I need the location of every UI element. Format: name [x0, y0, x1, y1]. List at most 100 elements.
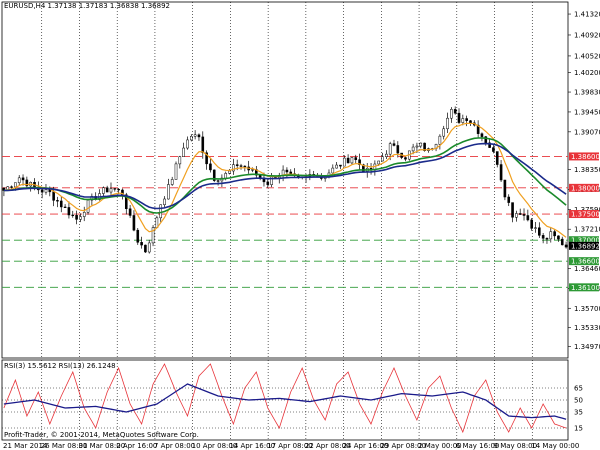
y-tick-label: 1.34970 — [574, 343, 600, 351]
candle-body — [446, 117, 449, 130]
candle-body — [163, 198, 166, 205]
candle-body — [132, 215, 136, 231]
candle-body — [404, 157, 407, 160]
candle-body — [40, 189, 44, 193]
candle-body — [266, 181, 270, 185]
candle-body — [526, 215, 530, 221]
candle-body — [193, 134, 197, 137]
candle-body — [285, 169, 289, 173]
candle-body — [522, 214, 526, 216]
candle-body — [392, 143, 396, 146]
candle-body — [388, 143, 392, 155]
candle-body — [560, 238, 564, 246]
candle-body — [147, 242, 151, 253]
copyright-text: Profit-Trader, © 2001-2014, MetaQuotes S… — [4, 431, 199, 439]
candle-body — [209, 163, 212, 171]
candle-body — [235, 164, 239, 166]
candle-body — [499, 164, 503, 181]
candle-body — [239, 165, 243, 167]
candle-body — [167, 184, 170, 200]
candle-body — [453, 109, 457, 114]
candle-body — [377, 160, 380, 165]
y-tick-label: 1.41320 — [574, 11, 600, 19]
candle-body — [331, 167, 335, 174]
candle-body — [67, 207, 71, 216]
candle-body — [346, 157, 350, 164]
candle-body — [415, 145, 419, 148]
y-tick-label: 1.38350 — [574, 166, 600, 174]
x-tick-label: 7 Apr 08:00 — [154, 442, 195, 450]
candle-body — [14, 182, 17, 188]
y-tick-label: 1.36460 — [574, 265, 600, 273]
candle-body — [102, 187, 105, 194]
candle-body — [63, 206, 67, 208]
candle-body — [530, 219, 533, 229]
candle-body — [197, 134, 201, 138]
candle-body — [385, 153, 388, 157]
x-axis: 21 Mar 201426 Mar 08:0031 Mar 08:002 Apr… — [3, 442, 579, 450]
price-panel: 1.41320 1.40920 1.40520 1.40200 1.39830 1.394… — [1, 1, 600, 359]
candle-body — [545, 238, 549, 240]
candle-body — [201, 136, 205, 154]
candle-body — [350, 157, 354, 164]
level-tag-label: 1.36100 — [571, 284, 600, 292]
candle-body — [136, 229, 140, 243]
candle-body — [21, 177, 25, 181]
candle-body — [44, 189, 48, 193]
y-tick-label: 1.39070 — [574, 128, 600, 136]
level-tag-label: 1.38600 — [571, 153, 600, 161]
candle-body — [503, 179, 507, 198]
candle-body — [82, 212, 86, 217]
candle-body — [511, 202, 514, 218]
candle-body — [354, 157, 358, 160]
level-tag-label: 1.36600 — [571, 258, 600, 266]
candle-body — [105, 187, 109, 193]
candle-body — [182, 147, 185, 157]
candle-body — [59, 200, 63, 208]
rsi-y-tick-label: 15 — [574, 425, 583, 433]
x-tick-label: 2 Apr 16:00 — [116, 442, 157, 450]
candle-body — [10, 186, 13, 188]
candle-body — [17, 177, 21, 183]
candle-body — [228, 170, 231, 174]
candle-body — [159, 204, 163, 219]
candle-body — [289, 171, 293, 174]
y-tick-label: 1.39830 — [574, 89, 600, 97]
candle-body — [495, 151, 499, 165]
candle-body — [465, 118, 468, 121]
candle-body — [553, 231, 556, 237]
candle-body — [534, 227, 537, 229]
candle-body — [190, 136, 193, 141]
candle-body — [86, 199, 90, 213]
candle-body — [224, 173, 228, 179]
candle-body — [52, 191, 55, 201]
y-tick-label: 1.39450 — [574, 108, 600, 116]
level-tag-label: 1.38000 — [571, 184, 600, 192]
candle-body — [541, 235, 545, 239]
candle-body — [216, 180, 220, 182]
candle-body — [564, 244, 568, 248]
candle-body — [480, 133, 484, 137]
price-frame — [1, 1, 569, 359]
candle-body — [461, 118, 465, 123]
rsi-y-tick-label: 50 — [574, 397, 583, 405]
candle-body — [56, 200, 59, 202]
candle-body — [507, 196, 511, 203]
rsi13-line — [3, 383, 567, 420]
chart-root: 1.41320 1.40920 1.40520 1.40200 1.39830 1.394… — [0, 0, 600, 450]
candle-body — [140, 242, 143, 246]
candle-body — [450, 109, 453, 119]
candle-body — [396, 145, 400, 154]
candle-body — [538, 227, 541, 236]
candle-body — [342, 157, 346, 167]
candle-body — [109, 188, 113, 193]
candle-body — [411, 146, 415, 152]
rsi-panel: 65 50 35 15 — [1, 359, 583, 441]
candle-body — [469, 120, 472, 124]
candle-body — [549, 231, 553, 240]
rsi-header: RSI(3) 15.5612 RSI(13) 26.1248 — [4, 362, 116, 370]
y-tick-label: 1.35700 — [574, 305, 600, 313]
y-tick-label: 1.40520 — [574, 52, 600, 60]
level-tag-label: 1.37500 — [571, 211, 600, 219]
candle-body — [71, 214, 75, 217]
